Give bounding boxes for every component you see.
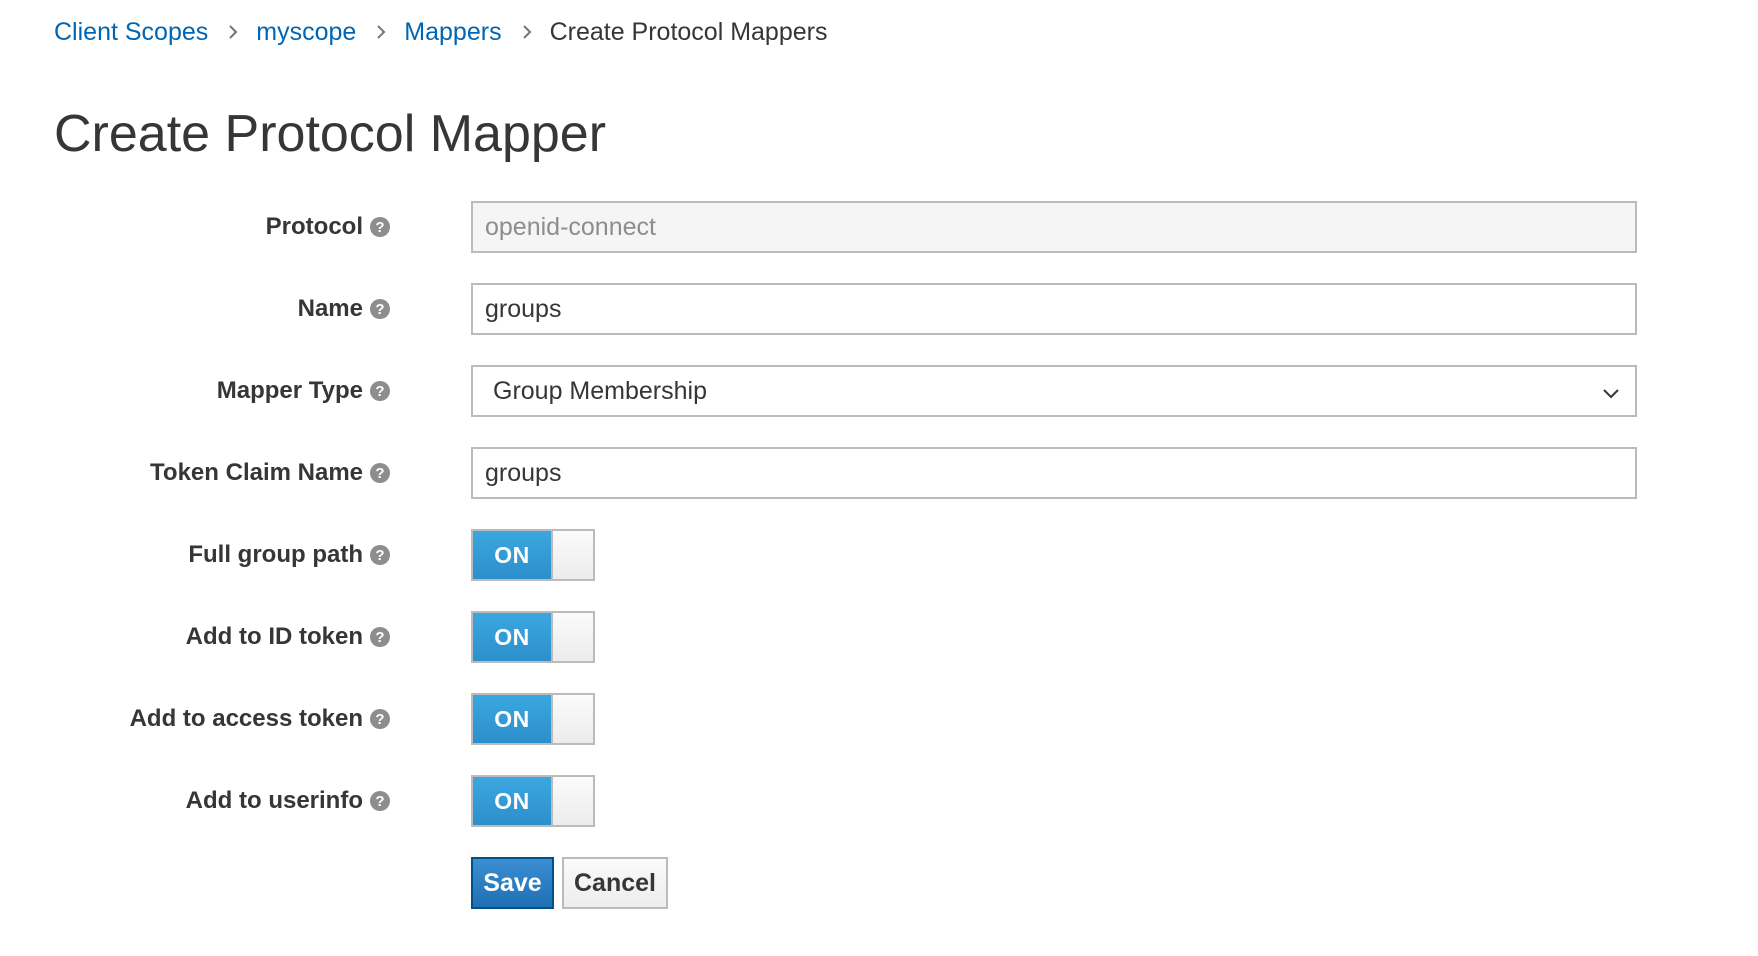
add-to-id-token-toggle[interactable]: ON <box>471 611 595 663</box>
add-to-id-token-label-text: Add to ID token <box>185 623 363 650</box>
add-to-userinfo-toggle[interactable]: ON <box>471 775 595 827</box>
form-row-protocol: Protocol ? <box>0 201 1758 253</box>
breadcrumb-link-mappers[interactable]: Mappers <box>404 18 501 47</box>
token-claim-name-label: Token Claim Name ? <box>150 447 390 499</box>
help-icon[interactable]: ? <box>370 545 390 565</box>
page-title: Create Protocol Mapper <box>54 105 607 163</box>
chevron-right-icon <box>522 24 532 40</box>
help-icon[interactable]: ? <box>370 217 390 237</box>
cancel-button[interactable]: Cancel <box>562 857 668 909</box>
add-to-userinfo-label: Add to userinfo ? <box>186 775 390 827</box>
help-icon[interactable]: ? <box>370 463 390 483</box>
help-icon[interactable]: ? <box>370 627 390 647</box>
name-input[interactable] <box>471 283 1637 335</box>
add-to-userinfo-label-text: Add to userinfo <box>185 787 363 814</box>
mapper-type-selected-value: Group Membership <box>493 376 707 405</box>
name-label: Name ? <box>298 283 390 335</box>
add-to-access-token-label-text: Add to access token <box>129 705 363 732</box>
save-button[interactable]: Save <box>471 857 554 909</box>
chevron-right-icon <box>228 24 238 40</box>
chevron-down-icon <box>1601 381 1621 410</box>
form-row-mapper-type: Mapper Type ? Group Membership <box>0 365 1758 417</box>
toggle-knob <box>551 695 593 743</box>
toggle-knob <box>551 531 593 579</box>
form-row-add-to-userinfo: Add to userinfo ? ON <box>0 775 1758 827</box>
full-group-path-label: Full group path ? <box>188 529 390 581</box>
token-claim-name-input[interactable] <box>471 447 1637 499</box>
protocol-label-text: Protocol <box>265 213 363 240</box>
help-icon[interactable]: ? <box>370 299 390 319</box>
breadcrumb-link-client-scopes[interactable]: Client Scopes <box>54 18 208 47</box>
form-row-add-to-id-token: Add to ID token ? ON <box>0 611 1758 663</box>
add-to-id-token-label: Add to ID token ? <box>186 611 390 663</box>
form-row-full-group-path: Full group path ? ON <box>0 529 1758 581</box>
mapper-type-label: Mapper Type ? <box>217 365 390 417</box>
toggle-on-label: ON <box>473 613 551 661</box>
full-group-path-label-text: Full group path <box>188 541 363 568</box>
add-to-access-token-label: Add to access token ? <box>130 693 390 745</box>
breadcrumb-current: Create Protocol Mappers <box>549 17 828 46</box>
full-group-path-toggle[interactable]: ON <box>471 529 595 581</box>
help-icon[interactable]: ? <box>370 381 390 401</box>
form-row-add-to-access-token: Add to access token ? ON <box>0 693 1758 745</box>
mapper-type-label-text: Mapper Type <box>216 377 363 404</box>
toggle-knob <box>551 613 593 661</box>
toggle-on-label: ON <box>473 777 551 825</box>
breadcrumb: Client Scopes myscope Mappers Create Pro… <box>54 14 827 50</box>
form-row-token-claim-name: Token Claim Name ? <box>0 447 1758 499</box>
protocol-label: Protocol ? <box>266 201 390 253</box>
toggle-on-label: ON <box>473 695 551 743</box>
form-row-name: Name ? <box>0 283 1758 335</box>
token-claim-name-label-text: Token Claim Name <box>150 459 363 486</box>
form-actions: Save Cancel <box>0 857 1758 909</box>
mapper-type-select[interactable]: Group Membership <box>471 365 1637 417</box>
name-label-text: Name <box>297 295 363 322</box>
chevron-right-icon <box>376 24 386 40</box>
help-icon[interactable]: ? <box>370 709 390 729</box>
add-to-access-token-toggle[interactable]: ON <box>471 693 595 745</box>
toggle-on-label: ON <box>473 531 551 579</box>
toggle-knob <box>551 777 593 825</box>
protocol-field <box>471 201 1637 253</box>
breadcrumb-link-myscope[interactable]: myscope <box>256 18 356 47</box>
help-icon[interactable]: ? <box>370 791 390 811</box>
